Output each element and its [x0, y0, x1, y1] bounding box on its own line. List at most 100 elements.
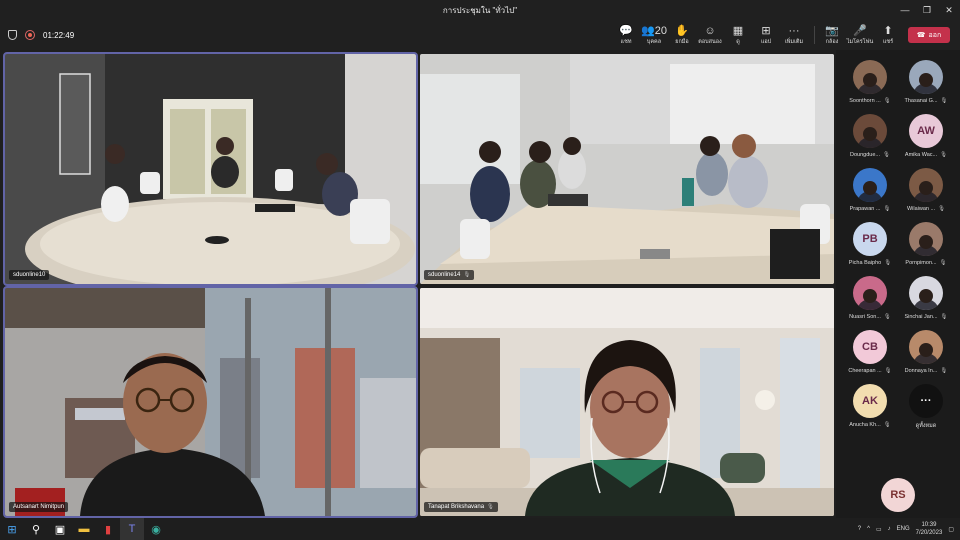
leave-label: ออก — [928, 31, 942, 39]
microphone-button[interactable]: 🎤 ไมโครโฟน — [846, 20, 874, 50]
view-all-button[interactable]: ··· ดูทั้งหมด — [900, 384, 952, 436]
search-icon[interactable]: ⚲ — [24, 518, 48, 540]
toolbar-divider — [814, 26, 815, 44]
close-button[interactable]: ✕ — [938, 0, 960, 20]
teams-icon[interactable]: T — [120, 518, 144, 540]
share-label: แชร์ — [882, 38, 894, 45]
microphone-icon: 🎙 — [883, 314, 891, 320]
participant-card[interactable]: PB Picha Baipho 🎙 — [844, 222, 896, 274]
participant-name: Donnaya In... — [904, 368, 938, 374]
microphone-icon: 🎙 — [939, 260, 947, 266]
view-label: ดู — [736, 38, 740, 45]
microphone-icon: 🎙 — [940, 368, 948, 374]
help-icon[interactable]: ? — [858, 526, 861, 532]
clock-date: 7/20/2023 — [915, 530, 943, 536]
participant-name: Anucha Kh... — [849, 422, 881, 428]
more-icon: ··· — [788, 24, 800, 37]
participant-name: Doungdue... — [850, 152, 880, 158]
video-tile[interactable]: Tanapat Brikshavana 🎙 — [420, 288, 834, 516]
participant-card[interactable]: Pornpimon... 🎙 — [900, 222, 952, 274]
minimize-button[interactable]: — — [894, 0, 916, 20]
participant-card[interactable]: Soonthorn ... 🎙 — [844, 60, 896, 112]
microphone-icon: 🎙 — [883, 98, 891, 104]
meeting-status: 01:22:49 — [8, 30, 74, 40]
participant-name: Amika Wac... — [904, 152, 938, 158]
microphone-icon: 🎤 — [853, 24, 867, 37]
chat-label: แชท — [620, 38, 632, 45]
camera-button[interactable]: 📷 กล้อง — [818, 20, 846, 50]
raise-hand-button[interactable]: ✋ ยกมือ — [668, 20, 696, 50]
participant-name: sduonline10 — [13, 272, 46, 278]
phone-icon: ☎ — [916, 32, 926, 39]
pdf-icon[interactable]: ▮ — [96, 518, 120, 540]
video-feed — [420, 54, 834, 284]
participant-card[interactable]: Sinchai Jan... 🎙 — [900, 276, 952, 328]
microphone-icon: 🎙 — [487, 504, 495, 510]
share-button[interactable]: ⬆ แชร์ — [874, 20, 902, 50]
participant-card[interactable]: Wilaiwan ... 🎙 — [900, 168, 952, 220]
participant-name: Pornpimon... — [905, 260, 937, 266]
leave-button[interactable]: ☎ ออก — [908, 27, 950, 43]
network-icon[interactable]: ▭ — [876, 526, 882, 533]
file-explorer-icon[interactable]: ▬ — [72, 518, 96, 540]
more-label: เพิ่มเติม — [784, 38, 804, 45]
participant-name: Tanapat Brikshavana — [428, 504, 485, 510]
avatar — [853, 168, 887, 202]
video-feed — [420, 288, 834, 516]
microphone-icon: 🎙 — [882, 152, 890, 158]
participant-name: ดูทั้งหมด — [915, 423, 937, 429]
windows-taskbar: ⊞ ⚲ ▣ ▬ ▮ T ◉ ? ^ ▭ ♪ ENG 10:39 7/20/202… — [0, 518, 960, 540]
clock-time: 10:39 — [921, 522, 937, 528]
react-label: ตอบสนอง — [698, 38, 722, 45]
react-icon: ☺ — [704, 24, 716, 37]
participant-card[interactable]: Nuasri Son... 🎙 — [844, 276, 896, 328]
people-button[interactable]: 👥20 บุคคล — [640, 20, 668, 50]
participant-card[interactable]: AW Amika Wac... 🎙 — [900, 114, 952, 166]
participant-card[interactable]: Thasanai G... 🎙 — [900, 60, 952, 112]
participant-name: Sinchai Jan... — [904, 314, 938, 320]
maximize-button[interactable]: ❐ — [916, 0, 938, 20]
camera-label: กล้อง — [825, 38, 839, 45]
start-icon[interactable]: ⊞ — [0, 518, 24, 540]
video-stage: sduonline10 sduonline14 🎙 Autsanart Nimi… — [0, 50, 836, 518]
participant-card[interactable]: AK Anucha Kh... 🎙 — [844, 384, 896, 436]
avatar — [909, 168, 943, 202]
avatar — [909, 60, 943, 94]
clock[interactable]: 10:39 7/20/2023 — [916, 521, 943, 537]
avatar: CB — [853, 330, 887, 364]
more-button[interactable]: ··· เพิ่มเติม — [780, 20, 808, 50]
microphone-icon: 🎙 — [938, 206, 946, 212]
participant-name: Prapawan ... — [849, 206, 881, 212]
avatar — [853, 60, 887, 94]
window-controls: — ❐ ✕ — [894, 0, 960, 20]
video-tile[interactable]: sduonline10 — [3, 52, 418, 286]
edge-icon[interactable]: ◉ — [144, 518, 168, 540]
notifications-icon[interactable]: ▢ — [948, 526, 954, 533]
avatar: AK — [853, 384, 887, 418]
participant-card[interactable]: CB Cheerapan ... 🎙 — [844, 330, 896, 382]
avatar: AW — [909, 114, 943, 148]
chat-button[interactable]: 💬 แชท — [612, 20, 640, 50]
avatar: PB — [853, 222, 887, 256]
participant-card[interactable]: Prapawan ... 🎙 — [844, 168, 896, 220]
microphone-icon: 🎙 — [940, 314, 948, 320]
participant-card[interactable]: Doungdue... 🎙 — [844, 114, 896, 166]
react-button[interactable]: ☺ ตอบสนอง — [696, 20, 724, 50]
camera-icon: 📷 — [825, 24, 839, 37]
tile-label: sduonline10 — [9, 270, 50, 280]
task-view-icon[interactable]: ▣ — [48, 518, 72, 540]
share-icon: ⬆ — [883, 24, 893, 37]
video-tile[interactable]: Autsanart Nimitpun — [3, 286, 418, 518]
video-tile[interactable]: sduonline14 🎙 — [420, 54, 834, 284]
language-indicator[interactable]: ENG — [897, 526, 910, 532]
apps-button[interactable]: ⊞ แอป — [752, 20, 780, 50]
avatar — [909, 222, 943, 256]
view-button[interactable]: ▦ ดู — [724, 20, 752, 50]
device-tools: 📷 กล้อง 🎤 ไมโครโฟน ⬆ แชร์ — [818, 20, 902, 50]
recording-icon — [25, 30, 35, 40]
participant-card[interactable]: Donnaya In... 🎙 — [900, 330, 952, 382]
chat-icon: 💬 — [619, 24, 633, 37]
participant-name: Autsanart Nimitpun — [13, 504, 65, 510]
volume-icon[interactable]: ♪ — [888, 526, 891, 532]
chevron-up-icon[interactable]: ^ — [867, 526, 870, 532]
